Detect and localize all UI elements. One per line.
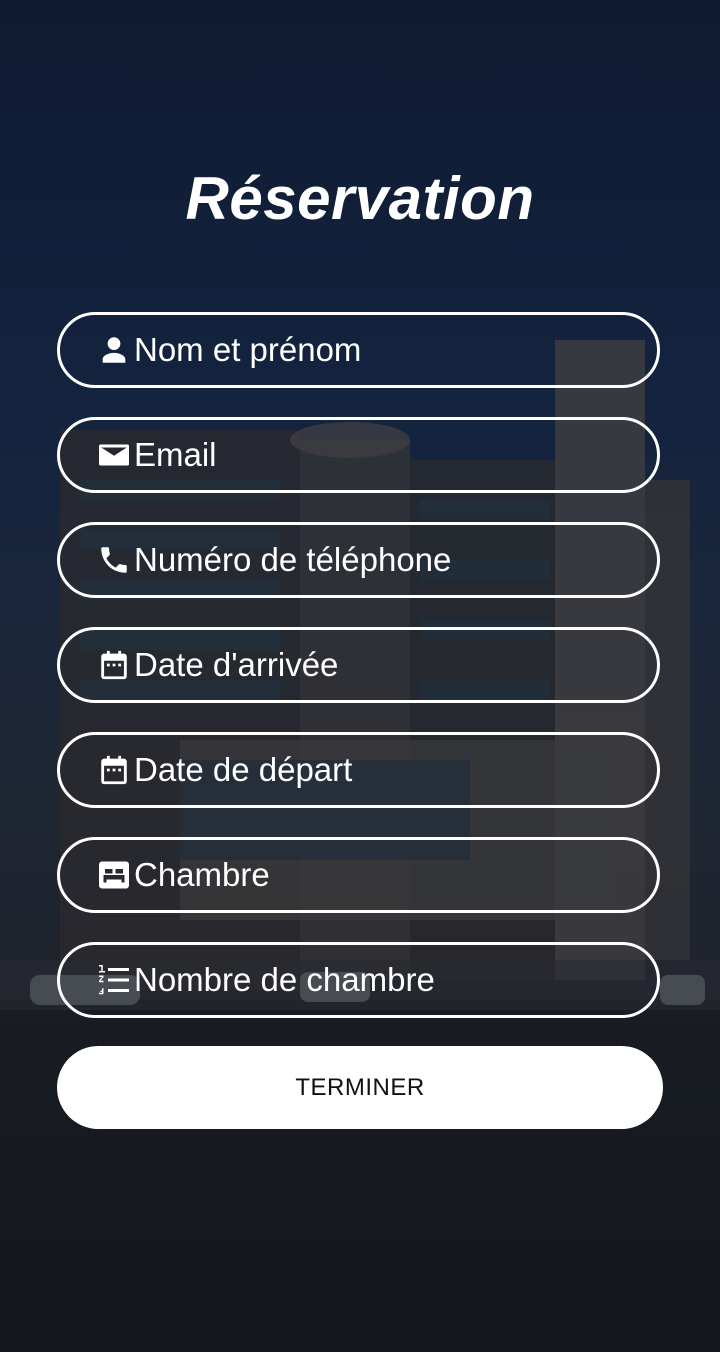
email-field-label: Email [134, 436, 217, 473]
name-field[interactable]: Nom et prénom [57, 312, 660, 388]
room-count-field[interactable]: Nombre de chambre [57, 942, 660, 1018]
email-field[interactable]: Email [57, 417, 660, 493]
email-icon [96, 437, 132, 473]
name-field-label: Nom et prénom [134, 331, 362, 368]
person-icon [96, 332, 132, 368]
calendar-icon [96, 752, 132, 788]
phone-field-label: Numéro de téléphone [134, 541, 452, 578]
room-field-label: Chambre [134, 856, 270, 893]
phone-field[interactable]: Numéro de téléphone [57, 522, 660, 598]
departure-date-field-label: Date de départ [134, 751, 353, 788]
arrival-date-field-label: Date d'arrivée [134, 646, 339, 683]
finish-button[interactable]: TERMINER [57, 1046, 663, 1129]
departure-date-field[interactable]: Date de départ [57, 732, 660, 808]
calendar-icon [96, 647, 132, 683]
phone-icon [96, 542, 132, 578]
bed-icon [96, 857, 132, 893]
room-count-field-label: Nombre de chambre [134, 961, 435, 998]
numbered-list-icon [96, 962, 132, 998]
page-title: Réservation [185, 165, 535, 232]
room-field[interactable]: Chambre [57, 837, 660, 913]
arrival-date-field[interactable]: Date d'arrivée [57, 627, 660, 703]
reservation-screen: Réservation Nom et prénom Email Numéro d… [0, 0, 720, 1352]
